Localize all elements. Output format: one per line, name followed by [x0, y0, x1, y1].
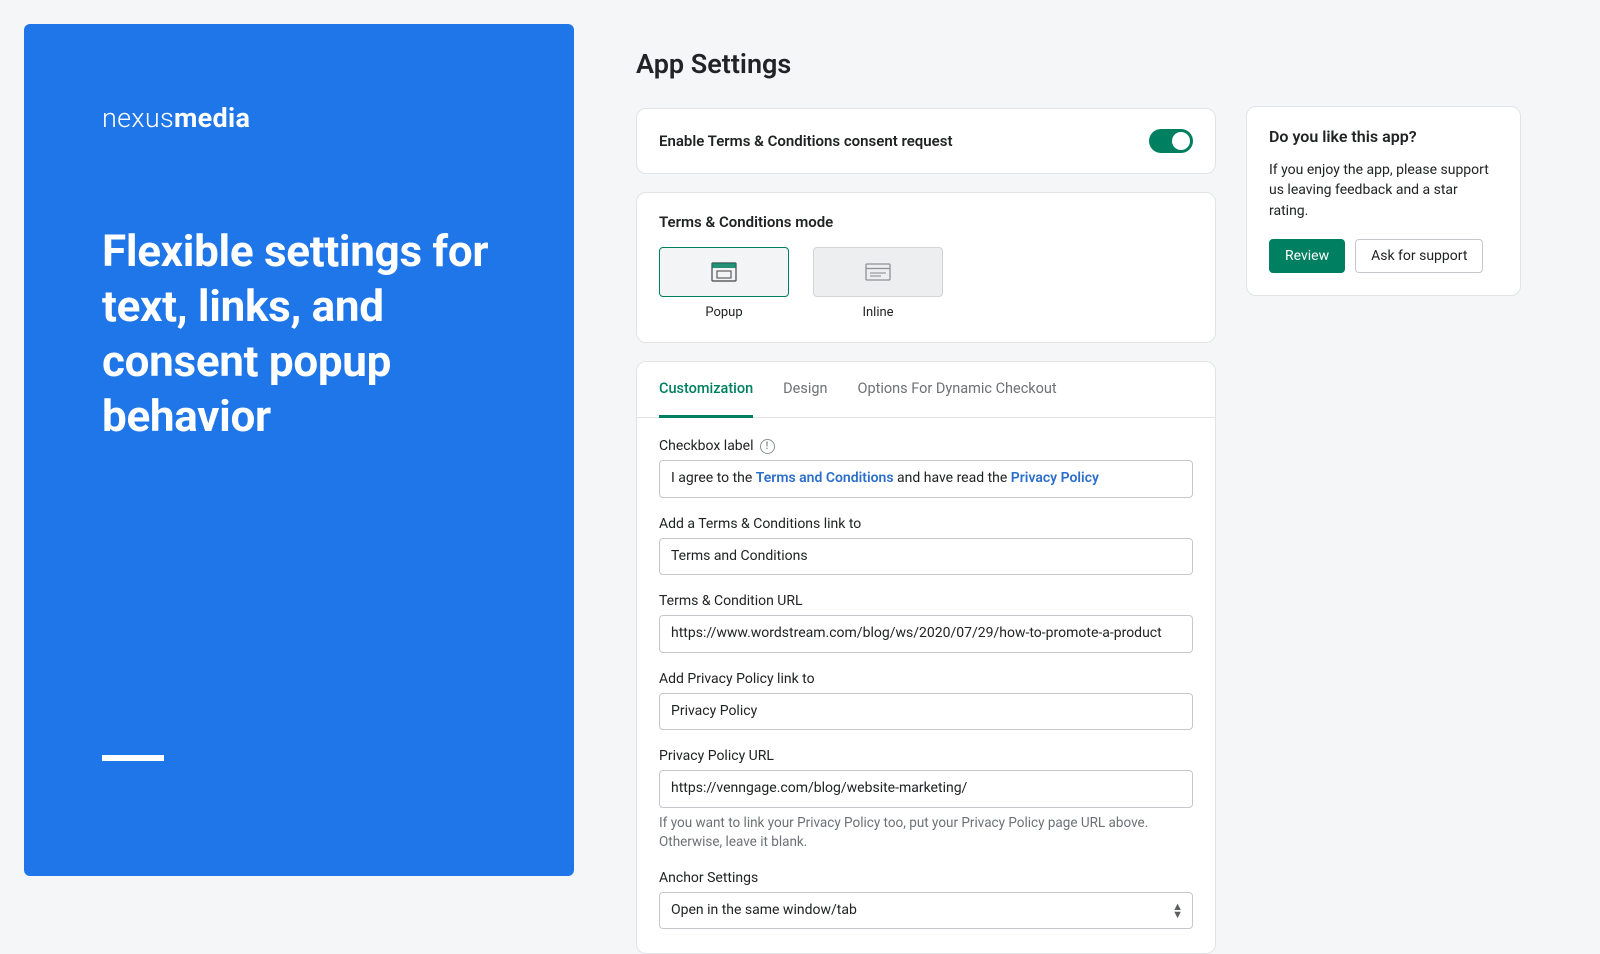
mode-title: Terms & Conditions mode [659, 213, 1193, 231]
form-body: Checkbox label ! I agree to the Terms an… [637, 418, 1215, 953]
field-label: Privacy Policy URL [659, 748, 1193, 764]
enable-label: Enable Terms & Conditions consent reques… [659, 132, 952, 150]
tab-customization[interactable]: Customization [659, 362, 753, 418]
brand-light: nexus [102, 102, 174, 134]
pp-link-to-input[interactable] [659, 693, 1193, 731]
feedback-title: Do you like this app? [1269, 127, 1498, 146]
tc-link: Terms and Conditions [756, 470, 894, 486]
field-label: Checkbox label ! [659, 438, 1193, 454]
field-tc-url: Terms & Condition URL [659, 593, 1193, 653]
text-part: I agree to the [671, 470, 756, 486]
pp-url-help: If you want to link your Privacy Policy … [659, 814, 1193, 852]
support-button[interactable]: Ask for support [1355, 239, 1483, 273]
promo-panel: nexusmedia Flexible settings for text, l… [24, 24, 574, 876]
brand-logo: nexusmedia [102, 102, 514, 134]
feedback-buttons: Review Ask for support [1269, 239, 1498, 273]
page-title: App Settings [636, 48, 1216, 80]
tc-link-to-input[interactable] [659, 538, 1193, 576]
tab-design[interactable]: Design [783, 362, 827, 418]
field-label: Terms & Condition URL [659, 593, 1193, 609]
mode-option-inline[interactable]: Inline [813, 247, 943, 320]
inline-icon [813, 247, 943, 297]
window-inline-icon [865, 263, 891, 281]
anchor-select-wrap: ▲▼ [659, 892, 1193, 930]
tc-url-input[interactable] [659, 615, 1193, 653]
field-label: Add Privacy Policy link to [659, 671, 1193, 687]
enable-toggle[interactable] [1149, 129, 1193, 153]
pp-url-input[interactable] [659, 770, 1193, 808]
enable-card: Enable Terms & Conditions consent reques… [636, 108, 1216, 174]
mode-options: Popup Inline [659, 247, 1193, 320]
mode-card: Terms & Conditions mode Popup [636, 192, 1216, 343]
feedback-card: Do you like this app? If you enjoy the a… [1246, 106, 1521, 296]
feedback-text: If you enjoy the app, please support us … [1269, 160, 1498, 221]
mode-option-popup[interactable]: Popup [659, 247, 789, 320]
popup-icon [659, 247, 789, 297]
accent-underline [102, 755, 164, 761]
mode-label: Inline [813, 305, 943, 320]
main-area: App Settings Enable Terms & Conditions c… [574, 0, 1600, 900]
field-pp-link-to: Add Privacy Policy link to [659, 671, 1193, 731]
settings-column: App Settings Enable Terms & Conditions c… [636, 48, 1216, 900]
checkbox-label-input[interactable]: I agree to the Terms and Conditions and … [659, 460, 1193, 498]
brand-bold: media [174, 102, 250, 134]
review-button[interactable]: Review [1269, 239, 1345, 273]
customization-card: Customization Design Options For Dynamic… [636, 361, 1216, 954]
info-icon[interactable]: ! [760, 439, 775, 454]
field-label: Anchor Settings [659, 870, 1193, 886]
tab-dynamic-checkout[interactable]: Options For Dynamic Checkout [858, 362, 1057, 418]
field-pp-url: Privacy Policy URL If you want to link y… [659, 748, 1193, 851]
label-text: Checkbox label [659, 438, 754, 454]
window-popup-icon [711, 262, 737, 282]
anchor-select[interactable] [659, 892, 1193, 930]
promo-headline: Flexible settings for text, links, and c… [102, 224, 514, 444]
side-column: Do you like this app? If you enjoy the a… [1246, 48, 1521, 900]
pp-link: Privacy Policy [1011, 470, 1099, 486]
mode-label: Popup [659, 305, 789, 320]
text-part: and have read the [894, 470, 1011, 486]
field-checkbox-label: Checkbox label ! I agree to the Terms an… [659, 438, 1193, 498]
tabs: Customization Design Options For Dynamic… [637, 362, 1215, 418]
field-tc-link-to: Add a Terms & Conditions link to [659, 516, 1193, 576]
field-label: Add a Terms & Conditions link to [659, 516, 1193, 532]
